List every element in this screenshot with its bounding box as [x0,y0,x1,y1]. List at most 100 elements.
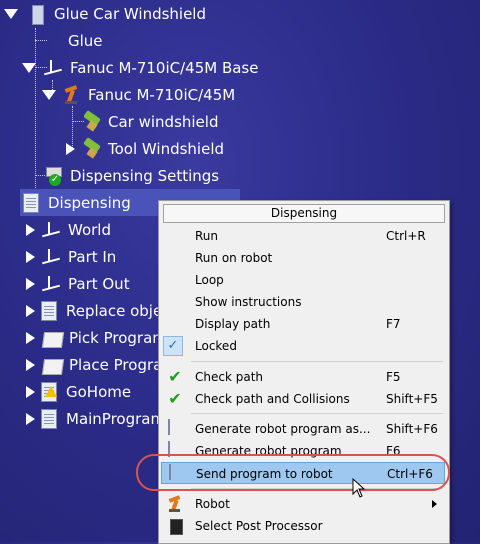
program-file-icon [166,419,184,438]
menu-item-label: Run [195,229,219,243]
menu-item-loop[interactable]: Loop [161,269,445,291]
tree-label: Place Progra [69,355,163,374]
menu-item-label: Display path [195,317,271,331]
submenu-arrow-icon [432,500,437,508]
green-check-icon: ✔ [168,389,182,408]
menu-item-label: Show instructions [195,295,302,309]
folder-icon [41,331,65,348]
menu-item-select-post-processor[interactable]: Select Post Processor [161,515,445,537]
menu-item-label: Generate robot program as... [195,422,371,436]
expand-icon[interactable] [26,385,35,398]
reference-frame-icon [42,247,62,267]
menu-item-label: Loop [195,273,224,287]
expand-icon[interactable] [66,142,75,155]
menu-item-label: Locked [195,339,237,353]
program-warning-icon [41,381,57,402]
tree-label: World [68,220,111,239]
folder-icon [41,358,65,375]
tool-icon [82,136,102,159]
program-icon [41,408,57,429]
menu-item-check-path[interactable]: ✔ Check path F5 [161,366,445,388]
station-icon [28,4,48,25]
tree-item-glue[interactable]: Glue [42,27,103,54]
program-icon [23,192,39,213]
menu-separator [191,361,443,362]
post-processor-icon [166,517,184,535]
reference-frame-icon [42,220,62,240]
tree-item-root[interactable]: Glue Car Windshield [4,0,206,27]
expand-icon[interactable] [26,331,35,344]
menu-item-run[interactable]: Run Ctrl+R [161,225,445,247]
menu-item-label: Run on robot [195,251,273,265]
green-check-icon: ✔ [168,367,182,386]
expand-icon[interactable] [26,304,35,317]
reference-frame-icon [42,274,62,294]
tree-item-world[interactable]: World [26,216,111,243]
tree-item-car-windshield[interactable]: Car windshield [82,108,218,135]
program-icon [41,300,57,321]
expand-icon[interactable] [26,277,35,290]
tree-label: Glue Car Windshield [54,4,206,23]
tree-label: Glue [68,31,103,50]
collapse-icon[interactable] [42,89,56,100]
tree-item-pick-program[interactable]: Pick Program [26,324,167,351]
menu-item-shortcut: Ctrl+R [386,229,426,243]
tree-item-tool-windshield[interactable]: Tool Windshield [66,135,224,162]
menu-item-shortcut: F5 [386,370,401,384]
menu-item-label: Robot [195,497,230,511]
collapse-icon[interactable] [4,8,18,19]
menu-item-show-instructions[interactable]: Show instructions [161,291,445,313]
tree-label: Pick Program [69,328,167,347]
menu-item-locked[interactable]: ✓ Locked [161,335,445,357]
tree-label: Dispensing [48,193,131,212]
menu-item-label: Check path and Collisions [195,392,350,406]
menu-item-shortcut: Shift+F5 [386,392,438,406]
tree-item-replace-object[interactable]: Replace obje [26,297,162,324]
collapse-icon[interactable] [22,62,36,73]
tree-label: GoHome [66,382,132,401]
expand-icon[interactable] [26,358,35,371]
checkmark-icon: ✓ [163,336,183,356]
tree-label: Car windshield [108,112,219,131]
expand-icon[interactable] [26,250,35,263]
tree-item-robot[interactable]: Fanuc M-710iC/45M [42,81,235,108]
context-menu: Dispensing Run Ctrl+R Run on robot Loop … [158,200,450,544]
expand-icon[interactable] [26,223,35,236]
tree-item-dispensing-settings[interactable]: ✓ Dispensing Settings [44,162,219,189]
tree-label: Fanuc M-710iC/45M [88,85,236,104]
menu-item-shortcut: Shift+F6 [386,422,438,436]
reference-frame-icon [44,58,64,78]
menu-item-label: Check path [195,370,264,384]
glue-object-icon [42,31,62,51]
menu-separator [191,413,443,414]
tree-label: Replace obje [66,301,163,320]
robot-icon [166,495,184,513]
tree-label: Fanuc M-710iC/45M Base [70,58,259,77]
tree-item-mainprogram[interactable]: MainProgram [26,405,165,432]
menu-item-run-on-robot[interactable]: Run on robot [161,247,445,269]
tree-item-place-program[interactable]: Place Progra [26,351,162,378]
menu-title: Dispensing [163,204,445,223]
tree-label: Part In [68,247,117,266]
expand-icon[interactable] [26,412,35,425]
menu-item-display-path[interactable]: Display path F7 [161,313,445,335]
annotation-highlight-ring [136,454,450,491]
menu-item-generate-program-as[interactable]: Generate robot program as... Shift+F6 [161,418,445,440]
tree-label: Dispensing Settings [70,166,220,185]
tree-label: MainProgram [66,409,166,428]
menu-item-check-path-collisions[interactable]: ✔ Check path and Collisions Shift+F5 [161,388,445,410]
tree-item-robot-base[interactable]: Fanuc M-710iC/45M Base [22,54,258,81]
tree-item-dispensing[interactable]: Dispensing [20,189,240,216]
tree-item-part-out[interactable]: Part Out [26,270,130,297]
tool-icon [82,109,102,132]
tree-label: Part Out [68,274,130,293]
tree-item-gohome[interactable]: GoHome [26,378,131,405]
robot-icon [62,84,82,105]
tree-item-part-in[interactable]: Part In [26,243,116,270]
tree-label: Tool Windshield [108,139,225,158]
menu-item-label: Select Post Processor [195,519,323,533]
settings-script-icon: ✓ [44,166,64,186]
menu-item-robot[interactable]: Robot [161,493,445,515]
mouse-cursor-icon [352,478,366,498]
menu-item-shortcut: F7 [386,317,401,331]
